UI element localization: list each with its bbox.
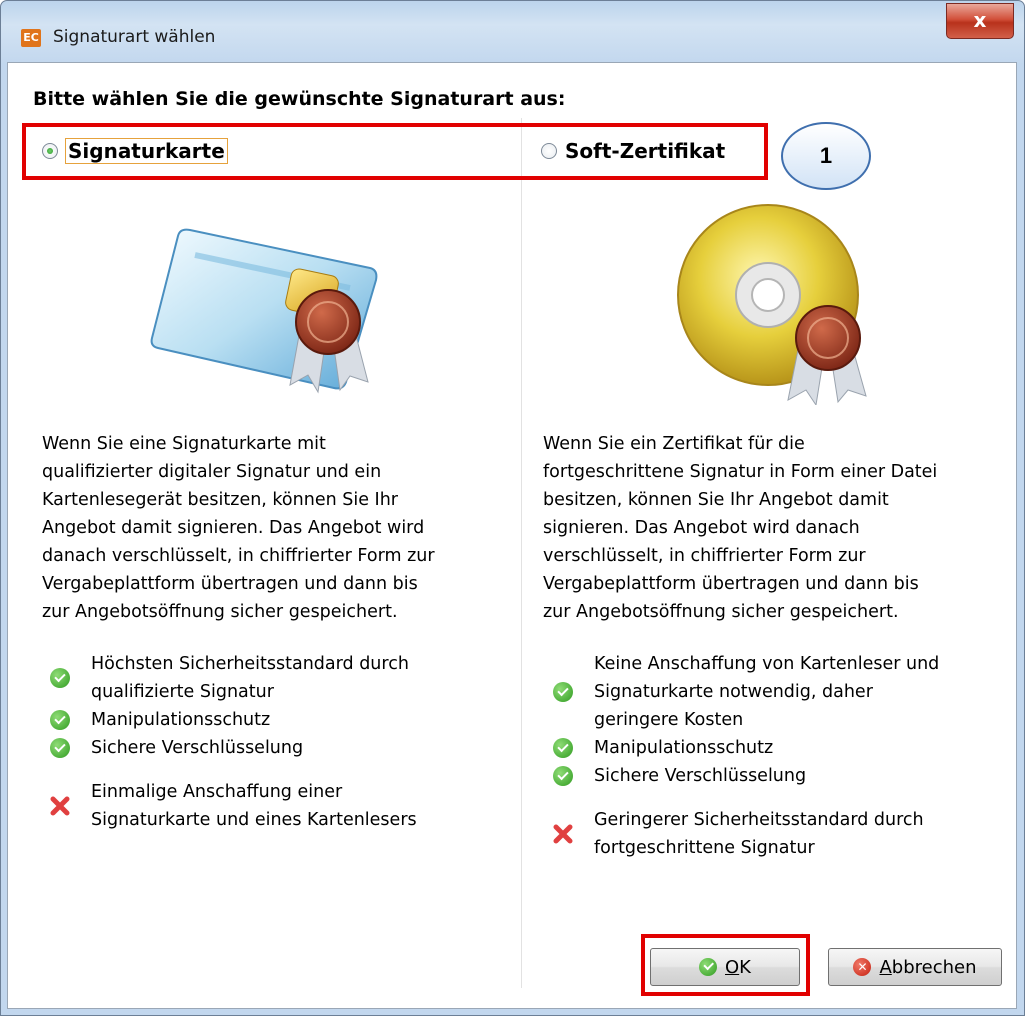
check-icon bbox=[553, 682, 573, 702]
cancel-button[interactable]: ✕ Abbrechen bbox=[828, 948, 1002, 986]
description-signaturkarte: Wenn Sie eine Signaturkarte mit qualifiz… bbox=[42, 434, 435, 622]
pro-item: Sichere Verschlüsselung bbox=[50, 734, 303, 762]
pro-item: Höchsten Sicherheitsstandard durch quali… bbox=[50, 650, 409, 706]
check-icon bbox=[553, 766, 573, 786]
pro-item: Manipulationsschutz bbox=[553, 734, 773, 762]
window-title: Signaturart wählen bbox=[53, 27, 216, 47]
column-divider bbox=[521, 118, 522, 988]
dialog-heading: Bitte wählen Sie die gewünschte Signatur… bbox=[33, 88, 566, 110]
check-icon bbox=[553, 738, 573, 758]
annotation-callout: 1 bbox=[781, 122, 871, 190]
annotation-highlight-options bbox=[22, 123, 768, 180]
con-item: Einmalige Anschaffung einer Signaturkart… bbox=[50, 778, 417, 834]
pro-item: Keine Anschaffung von Kartenleser und Si… bbox=[553, 650, 939, 734]
check-icon bbox=[50, 710, 70, 730]
close-icon: x bbox=[973, 8, 987, 32]
close-button[interactable]: x bbox=[946, 3, 1014, 39]
annotation-highlight-ok bbox=[641, 934, 810, 996]
con-item: Geringerer Sicherheitsstandard durch for… bbox=[553, 806, 924, 862]
pro-item: Sichere Verschlüsselung bbox=[553, 762, 806, 790]
check-icon bbox=[50, 668, 70, 688]
title-bar[interactable]: EC Signaturart wählen x bbox=[1, 1, 1024, 63]
check-icon bbox=[50, 738, 70, 758]
cross-icon bbox=[553, 824, 573, 844]
description-soft-zertifikat: Wenn Sie ein Zertifikat für die fortgesc… bbox=[543, 434, 938, 622]
pro-item: Manipulationsschutz bbox=[50, 706, 270, 734]
cross-icon bbox=[50, 796, 70, 816]
cd-certificate-icon bbox=[677, 204, 867, 405]
smartcard-certificate-icon bbox=[150, 228, 378, 394]
cancel-x-icon: ✕ bbox=[853, 958, 872, 976]
app-icon: EC bbox=[21, 29, 41, 47]
